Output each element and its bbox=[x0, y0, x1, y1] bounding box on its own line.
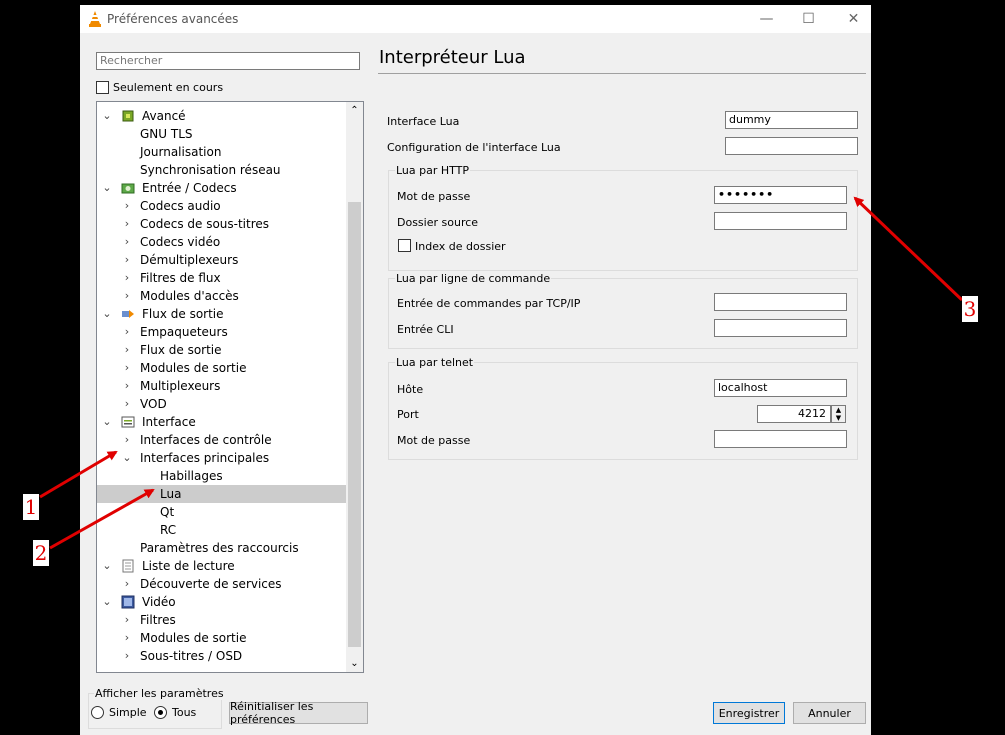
annotation-label-3: 3 bbox=[962, 296, 978, 322]
annotation-label-2: 2 bbox=[33, 540, 49, 566]
arrow-2 bbox=[49, 488, 155, 550]
arrow-1 bbox=[39, 450, 118, 499]
annotation-label-1: 1 bbox=[23, 494, 39, 520]
arrow-3 bbox=[853, 196, 964, 302]
annotation-arrows bbox=[39, 196, 964, 550]
